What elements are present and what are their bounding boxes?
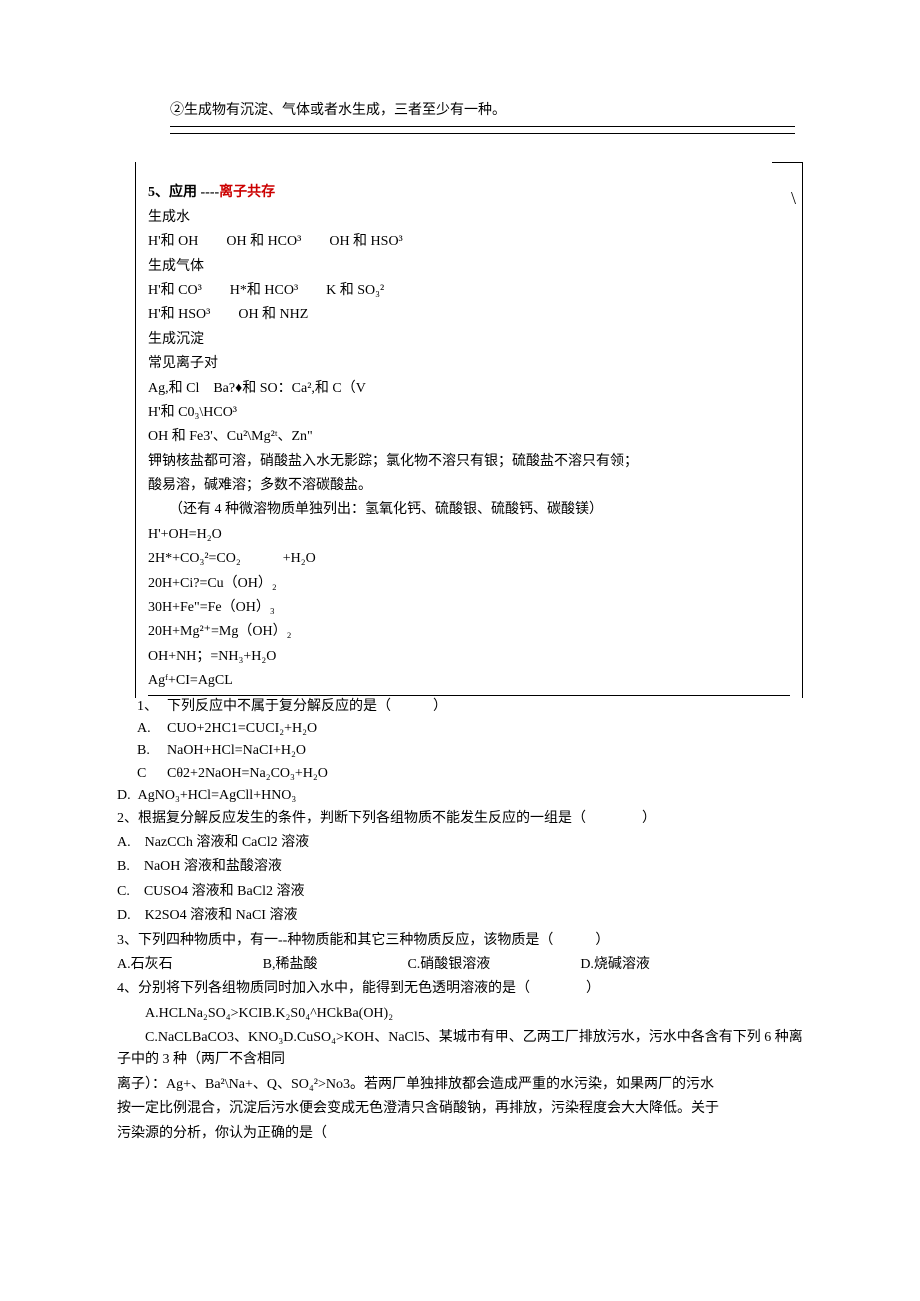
header-rule: ②生成物有沉淀、气体或者水生成，三者至少有一种。 (170, 100, 795, 127)
box-line: 20H+Ci?=Cu（OH）₂ (148, 573, 790, 595)
boxed-section: \ 5、应用 ----离子共存 生成水 H'和 OH OH 和 HCO³ OH … (135, 162, 803, 697)
rule-text: ②生成物有沉淀、气体或者水生成，三者至少有一种。 (170, 103, 506, 118)
q3-optA: A.石灰石 (117, 954, 173, 976)
box-line: Agᶠ+CI=AgCL (148, 670, 790, 692)
section-5-title: 5、应用 ----离子共存 (148, 182, 790, 204)
q1-stem-row: 1、 下列反应中不属于复分解反应的是（ ） (135, 696, 805, 718)
q4-stem: 4、分别将下列各组物质同时加入水中，能得到无色透明溶液的是（ ） (117, 978, 805, 1000)
q2-optB: B. NaOH 溶液和盐酸溶液 (117, 856, 805, 878)
box-line: 酸易溶，碱难溶；多数不溶碳酸盐。 (148, 475, 790, 497)
q1-optC-row: C Cθ2+2NaOH=Na₂CO₃+H₂O (135, 763, 805, 785)
box-line: （还有 4 种微溶物质单独列出：氢氧化钙、硫酸银、硫酸钙、碳酸镁） (148, 499, 790, 521)
q1-optA-row: A. CUO+2HC1=CUCI₂+H₂O (135, 718, 805, 740)
q2-optA: A. NazCCh 溶液和 CaCl2 溶液 (117, 832, 805, 854)
box-line: OH 和 Fe3'、Cu²\Mg²ᵗ、Zn" (148, 426, 790, 448)
q3-optB: B,稀盐酸 (263, 954, 318, 976)
title-red: 离子共存 (219, 185, 275, 200)
box-line: 常见离子对 (148, 353, 790, 375)
q2-stem: 2、根据复分解反应发生的条件，判断下列各组物质不能发生反应的一组是（ ） (117, 808, 805, 830)
stray-slash: \ (791, 184, 796, 213)
box-line: 生成沉淀 (148, 329, 790, 351)
box-bottom-border (148, 695, 790, 696)
q1-optD: AgNO₃+HCl=AgCll+HNO₃ (138, 788, 297, 803)
q5-line: 离子）：Ag+、Ba²\Na+、Q、SO₄²>No3。若两厂单独排放都会造成严重… (117, 1074, 805, 1096)
box-line: H'+OH=H₂O (148, 524, 790, 546)
box-line: H'和 CO³ H*和 HCO³ K 和 SO₃² (148, 280, 790, 302)
box-line: H'和 HSO³ OH 和 NHZ (148, 304, 790, 326)
box-line: OH+NH；=NH₃+H₂O (148, 646, 790, 668)
q2-optD: D. K2SO4 溶液和 NaCI 溶液 (117, 905, 805, 927)
q1-number: 1、 (135, 696, 167, 718)
box-line: Ag,和 Cl Ba?♦和 SO：Ca²,和 C（V (148, 378, 790, 400)
q3-optD: D.烧碱溶液 (580, 954, 650, 976)
q2-optC: C. CUSO4 溶液和 BaCl2 溶液 (117, 881, 805, 903)
q4-optAB: A.HCLNa₂SO₄>KCIB.K₂S0₄^HCkBa(OH)₂ (117, 1003, 805, 1025)
q1-optD-row: D. AgNO₃+HCl=AgCll+HNO₃ (117, 785, 805, 807)
box-line: 钾钠核盐都可溶，硝酸盐入水无影踪；氯化物不溶只有银；硫酸盐不溶只有领； (148, 451, 790, 473)
question-1: 1、 下列反应中不属于复分解反应的是（ ） A. CUO+2HC1=CUCI₂+… (135, 696, 805, 786)
q5-line: 污染源的分析，你认为正确的是（ (117, 1123, 805, 1145)
box-line: 20H+Mg²⁺=Mg（OH）₂ (148, 621, 790, 643)
title-prefix: 5、应用 ---- (148, 185, 219, 200)
header-rule-2 (170, 131, 795, 134)
q1-optB-row: B. NaOH+HCl=NaCI+H₂O (135, 740, 805, 762)
q3-stem: 3、下列四种物质中，有一--种物质能和其它三种物质反应，该物质是（ ） (117, 930, 805, 952)
q1-optC: Cθ2+2NaOH=Na₂CO₃+H₂O (167, 763, 805, 785)
q1-optC-label: C (135, 763, 167, 785)
q3-optC: C.硝酸银溶液 (407, 954, 490, 976)
q1-stem: 下列反应中不属于复分解反应的是（ ） (167, 696, 805, 718)
q1-optD-label: D. (117, 788, 131, 803)
q1-optA-label: A. (135, 718, 167, 740)
box-top-border (772, 162, 802, 163)
box-line: 30H+Fe"=Fe（OH）₃ (148, 597, 790, 619)
box-line: 生成水 (148, 207, 790, 229)
q3-options: A.石灰石 B,稀盐酸 C.硝酸银溶液 D.烧碱溶液 (117, 954, 805, 976)
box-line: H'和 OH OH 和 HCO³ OH 和 HSO³ (148, 231, 790, 253)
q5-line: 按一定比例混合，沉淀后污水便会变成无色澄清只含硝酸钠，再排放，污染程度会大大降低… (117, 1098, 805, 1120)
box-line: H'和 C0₃\HCO³ (148, 402, 790, 424)
q1-optB-label: B. (135, 740, 167, 762)
box-line: 生成气体 (148, 256, 790, 278)
box-line: 2H*+CO₃²=CO₂ +H₂O (148, 548, 790, 570)
q1-optB: NaOH+HCl=NaCI+H₂O (167, 740, 805, 762)
q1-optA: CUO+2HC1=CUCI₂+H₂O (167, 718, 805, 740)
q4-optCD-q5: C.NaCLBaCO3、KNO₃D.CuSO₄>KOH、NaCl5、某城市有甲、… (117, 1027, 805, 1072)
